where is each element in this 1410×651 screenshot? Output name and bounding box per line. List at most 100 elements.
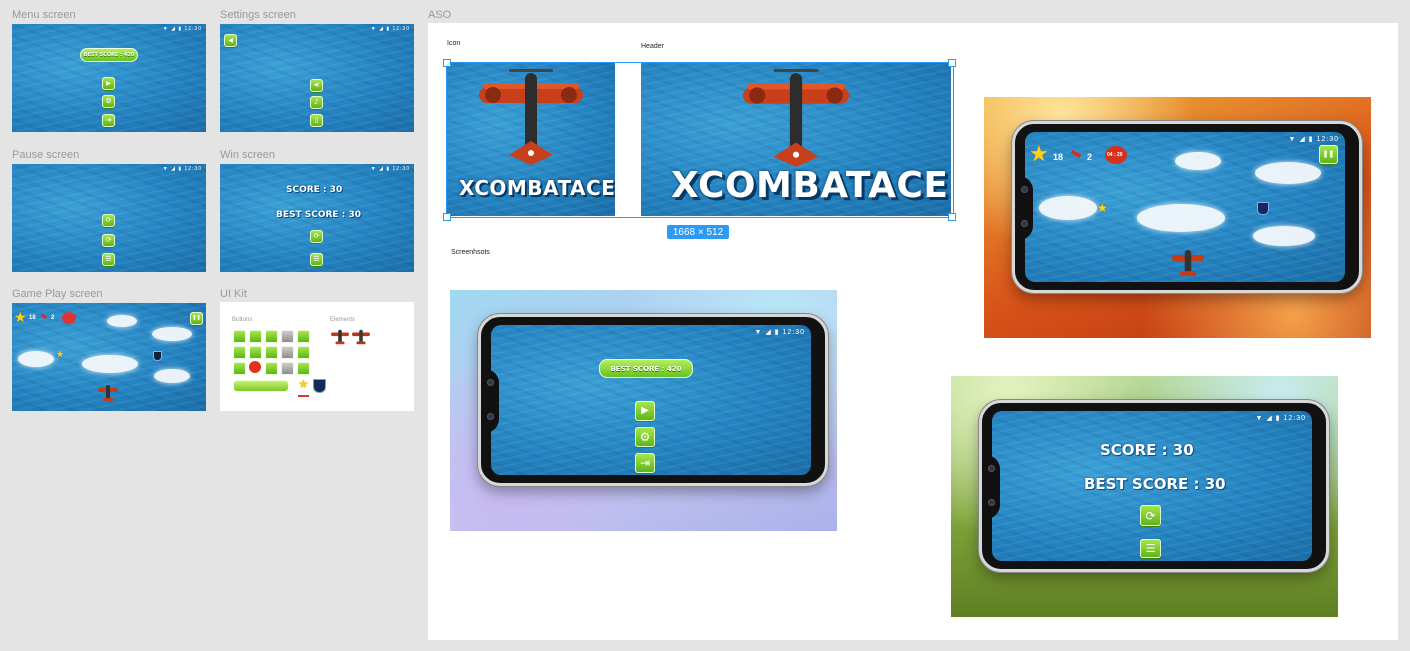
gear-icon[interactable]: ⚙ <box>635 427 655 447</box>
phone-screen: ▼ ◢ ▮ 12:30 BEST SCORE : 420 ▶ ⚙ ⇥ <box>491 325 811 475</box>
star-pickup-icon: ★ <box>1097 201 1108 215</box>
screenshot-gameplay[interactable]: ▼ ◢ ▮ 12:30 ★ 18 2 04 : 20 ❚❚ ★ <box>984 97 1371 338</box>
menu-screen-label[interactable]: Menu screen <box>12 9 76 21</box>
screenshot-win[interactable]: ▼ ◢ ▮ 12:30 SCORE : 30 BEST SCORE : 30 ⟳… <box>951 376 1338 617</box>
best-score-text: BEST SCORE : 30 <box>276 210 361 220</box>
gear-icon[interactable]: ⚙ <box>102 95 115 108</box>
kit-plane-icon <box>331 329 349 345</box>
list-icon[interactable]: ☰ <box>1140 539 1161 558</box>
status-bar: ▼ ◢ ▮ 12:30 <box>370 166 410 172</box>
camera-icon <box>487 379 494 386</box>
aso-frame[interactable]: Icon Header XCOMBATACE XCOMBATACE 1668 ×… <box>428 23 1398 640</box>
elements-heading: Elements <box>330 317 356 323</box>
kit-vibrate-button[interactable] <box>265 362 278 375</box>
kit-vibrate-off-button[interactable] <box>281 362 294 375</box>
kit-exit-button[interactable] <box>233 362 246 375</box>
pause-screen-frame[interactable]: ▼ ◢ ▮ 12:30 ⟳ ⟳ ☰ <box>12 164 206 272</box>
dimension-badge: 1668 × 512 <box>667 225 729 239</box>
player-plane-icon <box>98 385 118 401</box>
best-score-text: BEST SCORE : 30 <box>1084 475 1226 493</box>
kit-plane-alt-icon <box>352 329 370 345</box>
rockets-count: 2 <box>51 315 55 321</box>
win-screen-frame[interactable]: ▼ ◢ ▮ 12:30 SCORE : 30 BEST SCORE : 30 ⟳… <box>220 164 414 272</box>
sensor-icon <box>988 499 995 506</box>
gameplay-screen-label[interactable]: Game Play screen <box>12 288 102 300</box>
phone-screen: ▼ ◢ ▮ 12:30 SCORE : 30 BEST SCORE : 30 ⟳… <box>992 411 1312 561</box>
kit-bomb-icon <box>249 361 261 373</box>
list-icon[interactable]: ☰ <box>102 253 115 266</box>
exit-icon[interactable]: ⇥ <box>635 453 655 473</box>
restart-icon[interactable]: ⟳ <box>1140 505 1161 526</box>
settings-screen-frame[interactable]: ▼ ◢ ▮ 12:30 ◀ ◀) ♪ ▯ <box>220 24 414 132</box>
kit-music-off-button[interactable] <box>281 346 294 359</box>
status-bar: ▼ ◢ ▮ 12:30 <box>754 329 805 336</box>
kit-shield-icon <box>313 379 326 393</box>
gameplay-screen-frame[interactable]: ★ 18 2 ❚❚ ★ <box>12 303 206 411</box>
pause-icon[interactable]: ❚❚ <box>190 312 203 325</box>
phone-mockup: ▼ ◢ ▮ 12:30 SCORE : 30 BEST SCORE : 30 ⟳… <box>979 400 1329 572</box>
sensor-icon <box>487 413 494 420</box>
kit-list-button[interactable] <box>297 362 310 375</box>
status-bar: ▼ ◢ ▮ 12:30 <box>1288 136 1339 143</box>
kit-music-button[interactable] <box>265 346 278 359</box>
star-pickup-icon: ★ <box>56 350 65 360</box>
header-label: Header <box>641 43 664 50</box>
vibrate-icon[interactable]: ▯ <box>310 114 323 127</box>
kit-rocket-icon <box>298 395 309 397</box>
stars-count: 18 <box>1053 152 1064 162</box>
status-bar: ▼ ◢ ▮ 12:30 <box>162 26 202 32</box>
resize-handle-br[interactable] <box>948 213 956 221</box>
music-icon[interactable]: ♪ <box>310 96 323 109</box>
menu-screen-frame[interactable]: ▼ ◢ ▮ 12:30 BEST SCORE : 420 ▶ ⚙ ⇥ <box>12 24 206 132</box>
phone-mockup: ▼ ◢ ▮ 12:30 BEST SCORE : 420 ▶ ⚙ ⇥ <box>478 314 828 486</box>
play-icon[interactable]: ▶ <box>102 77 115 90</box>
aso-label[interactable]: ASO <box>428 9 451 21</box>
play-icon[interactable]: ▶ <box>635 401 655 421</box>
bomb-icon <box>62 312 76 324</box>
sound-icon[interactable]: ◀) <box>310 79 323 92</box>
restart-icon[interactable]: ⟳ <box>102 234 115 247</box>
score-text: SCORE : 30 <box>1100 441 1194 459</box>
exit-icon[interactable]: ⇥ <box>102 114 115 127</box>
shield-pickup-icon <box>1257 202 1269 215</box>
resume-icon[interactable]: ⟳ <box>102 214 115 227</box>
kit-star-icon: ★ <box>298 377 309 391</box>
pause-icon[interactable]: ❚❚ <box>1319 145 1338 164</box>
sensor-icon <box>1021 220 1028 227</box>
settings-screen-label[interactable]: Settings screen <box>220 9 296 21</box>
score-text: SCORE : 30 <box>286 185 343 195</box>
best-score-pill: BEST SCORE : 420 <box>599 359 693 378</box>
kit-play-button[interactable] <box>233 330 246 343</box>
rocket-icon <box>1070 149 1082 159</box>
kit-sound-button[interactable] <box>265 330 278 343</box>
win-screen-label[interactable]: Win screen <box>220 149 275 161</box>
camera-icon <box>988 465 995 472</box>
player-plane-icon <box>1171 250 1205 276</box>
rockets-count: 2 <box>1087 152 1093 162</box>
rocket-icon <box>40 313 48 320</box>
resize-handle-tl[interactable] <box>443 59 451 67</box>
star-icon: ★ <box>1029 142 1049 167</box>
selection-outline[interactable] <box>446 62 954 218</box>
screenshot-menu[interactable]: ▼ ◢ ▮ 12:30 BEST SCORE : 420 ▶ ⚙ ⇥ <box>450 290 837 531</box>
phone-screen: ▼ ◢ ▮ 12:30 ★ 18 2 04 : 20 ❚❚ ★ <box>1025 132 1345 282</box>
list-icon[interactable]: ☰ <box>310 253 323 266</box>
uikit-label[interactable]: UI Kit <box>220 288 247 300</box>
phone-mockup: ▼ ◢ ▮ 12:30 ★ 18 2 04 : 20 ❚❚ ★ <box>1012 121 1362 293</box>
restart-icon[interactable]: ⟳ <box>310 230 323 243</box>
kit-sound-off-button[interactable] <box>281 330 294 343</box>
kit-back-button[interactable] <box>249 330 262 343</box>
kit-pause-button[interactable] <box>249 346 262 359</box>
kit-gear-button[interactable] <box>233 346 246 359</box>
camera-icon <box>1021 186 1028 193</box>
back-icon[interactable]: ◀ <box>224 34 237 47</box>
resize-handle-tr[interactable] <box>948 59 956 67</box>
status-bar: ▼ ◢ ▮ 12:30 <box>162 166 202 172</box>
kit-restart-button[interactable] <box>297 330 310 343</box>
status-bar: ▼ ◢ ▮ 12:30 <box>1255 415 1306 422</box>
icon-label: Icon <box>447 40 461 47</box>
uikit-frame[interactable]: Buttons Elements ★ <box>220 302 414 411</box>
resize-handle-bl[interactable] <box>443 213 451 221</box>
pause-screen-label[interactable]: Pause screen <box>12 149 79 161</box>
kit-resume-button[interactable] <box>297 346 310 359</box>
